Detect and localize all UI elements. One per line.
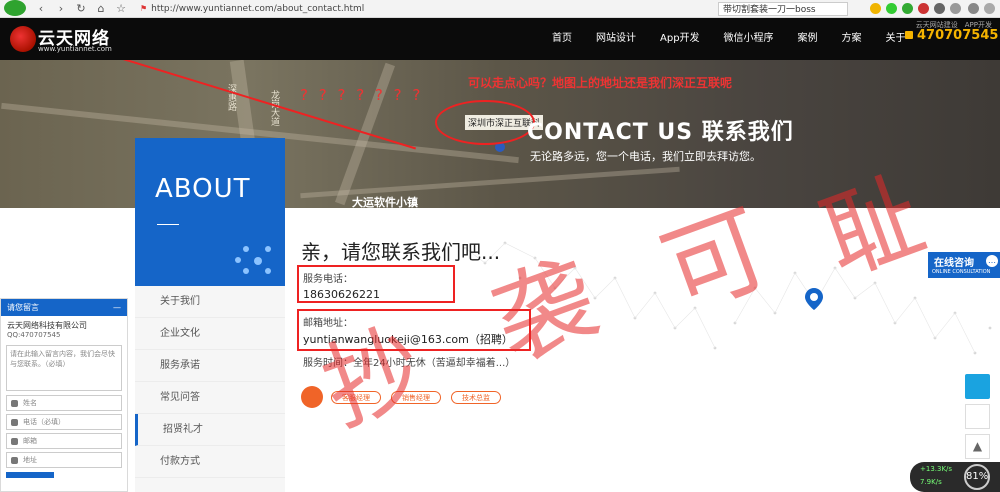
online-consultation-button[interactable]: 在线咨询 ONLINE CONSULTATION … [928, 252, 1000, 278]
site-header: 云天网络 www.yuntiannet.com 云天网站建设 APP开发 首页 … [0, 18, 1000, 60]
phone-icon [905, 31, 913, 39]
memory-percent: 81% [964, 464, 990, 490]
headset-icon[interactable] [965, 374, 990, 399]
url-text: http://www.yuntiannet.com/about_contact.… [151, 4, 365, 14]
phone-icon [11, 419, 18, 426]
location-pin-icon [805, 288, 823, 310]
warning-icon: ⚑ [140, 4, 148, 13]
tech-director-button[interactable]: 技术总监 [451, 390, 501, 404]
nav-item-web-design[interactable]: 网站设计 [584, 18, 648, 60]
home-icon[interactable]: ⌂ [94, 2, 108, 16]
annotation-question-marks: ? ? ? ? ? ? ? [300, 86, 424, 104]
forward-icon[interactable]: › [54, 2, 68, 16]
address-bar[interactable]: ⚑ http://www.yuntiannet.com/about_contact… [140, 2, 660, 16]
about-panel: ABOUT [135, 138, 285, 286]
header-phone-number: 470707545 [917, 28, 999, 43]
mail-icon [11, 438, 18, 445]
message-widget-title: 请您留言 [7, 303, 39, 312]
location-icon [11, 457, 18, 464]
qrcode-icon[interactable] [965, 404, 990, 429]
molecule-icon [235, 244, 273, 276]
logo-url: www.yuntiannet.com [38, 45, 112, 53]
header-phone: 470707545 [905, 28, 998, 43]
contact-buttons: 客服经理 销售经理 技术总监 [301, 386, 511, 408]
sidebar-item-about-us[interactable]: 关于我们 [135, 286, 285, 318]
contact-content: 亲，请您联系我们吧... 服务电话： 18630626221 邮箱地址： yun… [285, 208, 1000, 492]
banner-subtitle: 无论路多远，您一个电话，我们立即去拜访您。 [530, 150, 761, 163]
user-icon [11, 400, 18, 407]
about-title: ABOUT [155, 174, 251, 204]
menu-icon[interactable] [984, 3, 995, 14]
world-map-illustration [463, 241, 992, 355]
extension-icon[interactable] [870, 3, 881, 14]
sidebar-item-jobs[interactable]: 招贤礼才 [135, 414, 285, 446]
extension-icon[interactable] [886, 3, 897, 14]
submit-button[interactable] [6, 472, 54, 478]
logo-mark-icon [10, 26, 36, 52]
address-field[interactable]: 地址 [6, 452, 122, 468]
message-company: 云天网络科技有限公司 [7, 321, 87, 330]
browser-toolbar: ‹ › ↻ ⌂ ☆ ⚑ http://www.yuntiannet.com/abo… [0, 0, 1000, 18]
about-sidebar: 关于我们 企业文化 服务承诺 常见问答 招贤礼才 付款方式 [135, 286, 285, 492]
nav-item-cases[interactable]: 案例 [786, 18, 830, 60]
site-logo[interactable]: 云天网络 www.yuntiannet.com [8, 22, 118, 56]
upload-speed: +13.3K/s [920, 465, 953, 473]
online-consultation-title: 在线咨询 [934, 258, 974, 269]
sales-manager-button[interactable]: 销售经理 [391, 390, 441, 404]
browser-logo-icon [4, 0, 26, 16]
phone-label: 服务电话： [303, 274, 353, 285]
network-speed-widget: +13.3K/s 7.9K/s 81% [910, 462, 1000, 492]
phone-field[interactable]: 电话（必填） [6, 414, 122, 430]
bookmark-icon[interactable]: ☆ [114, 2, 128, 16]
extension-icon[interactable] [902, 3, 913, 14]
sidebar-item-culture[interactable]: 企业文化 [135, 318, 285, 350]
nav-item-solutions[interactable]: 方案 [830, 18, 874, 60]
download-speed: 7.9K/s [920, 478, 942, 486]
message-widget: 请您留言 — 云天网络科技有限公司 QQ:470707545 请在此输入留言内容… [0, 298, 128, 492]
annotation-ellipse [435, 100, 535, 145]
message-textarea[interactable]: 请在此输入留言内容，我们会尽快与您联系。（必填） [6, 345, 122, 391]
sidebar-item-promise[interactable]: 服务承诺 [135, 350, 285, 382]
annotation-text: 可以走点心吗？地图上的地址还是我们深正互联呢 [468, 76, 733, 90]
online-consultation-subtitle: ONLINE CONSULTATION [932, 269, 991, 275]
email-value: yuntianwangluokeji@163.com（招聘） [303, 333, 513, 346]
back-icon[interactable]: ‹ [34, 2, 48, 16]
extension-icon[interactable] [934, 3, 945, 14]
contact-heading: 亲，请您联系我们吧... [301, 240, 501, 264]
extension-icon[interactable] [918, 3, 929, 14]
about-divider [157, 224, 179, 225]
chat-bubble-icon: … [986, 255, 998, 267]
back-to-top-icon[interactable]: ▲ [965, 434, 990, 459]
qq-icon [301, 386, 323, 408]
email-field-placeholder: 邮箱 [23, 437, 37, 445]
phone-field-placeholder: 电话（必填） [23, 418, 65, 426]
service-hours: 服务时间：全年24小时无休（苦逼却幸福着...） [303, 358, 516, 369]
name-field-placeholder: 姓名 [23, 399, 37, 407]
email-label: 邮箱地址： [303, 318, 353, 329]
sidebar-item-faq[interactable]: 常见问答 [135, 382, 285, 414]
nav-item-app[interactable]: App开发 [648, 18, 712, 60]
refresh-icon[interactable]: ↻ [74, 2, 88, 16]
map-place-label: 深惠路 [226, 84, 236, 111]
minimize-icon[interactable]: — [113, 299, 121, 316]
service-manager-button[interactable]: 客服经理 [331, 390, 381, 404]
extension-icon[interactable] [968, 3, 979, 14]
phone-value: 18630626221 [303, 288, 380, 301]
address-field-placeholder: 地址 [23, 456, 37, 464]
sidebar-item-payment[interactable]: 付款方式 [135, 446, 285, 478]
name-field[interactable]: 姓名 [6, 395, 122, 411]
main-nav: 首页 网站设计 App开发 微信小程序 案例 方案 关于 [540, 18, 918, 60]
message-qq: QQ:470707545 [7, 331, 61, 339]
search-box[interactable]: 带切割套装一刀一boss [718, 2, 848, 16]
menu-icon[interactable] [950, 3, 961, 14]
banner-title: CONTACT US 联系我们 [527, 120, 794, 145]
map-place-label: 大运软件小镇 [352, 196, 418, 208]
email-field[interactable]: 邮箱 [6, 433, 122, 449]
nav-item-home[interactable]: 首页 [540, 18, 584, 60]
message-widget-header[interactable]: 请您留言 — [1, 299, 127, 316]
nav-item-miniprogram[interactable]: 微信小程序 [712, 18, 786, 60]
